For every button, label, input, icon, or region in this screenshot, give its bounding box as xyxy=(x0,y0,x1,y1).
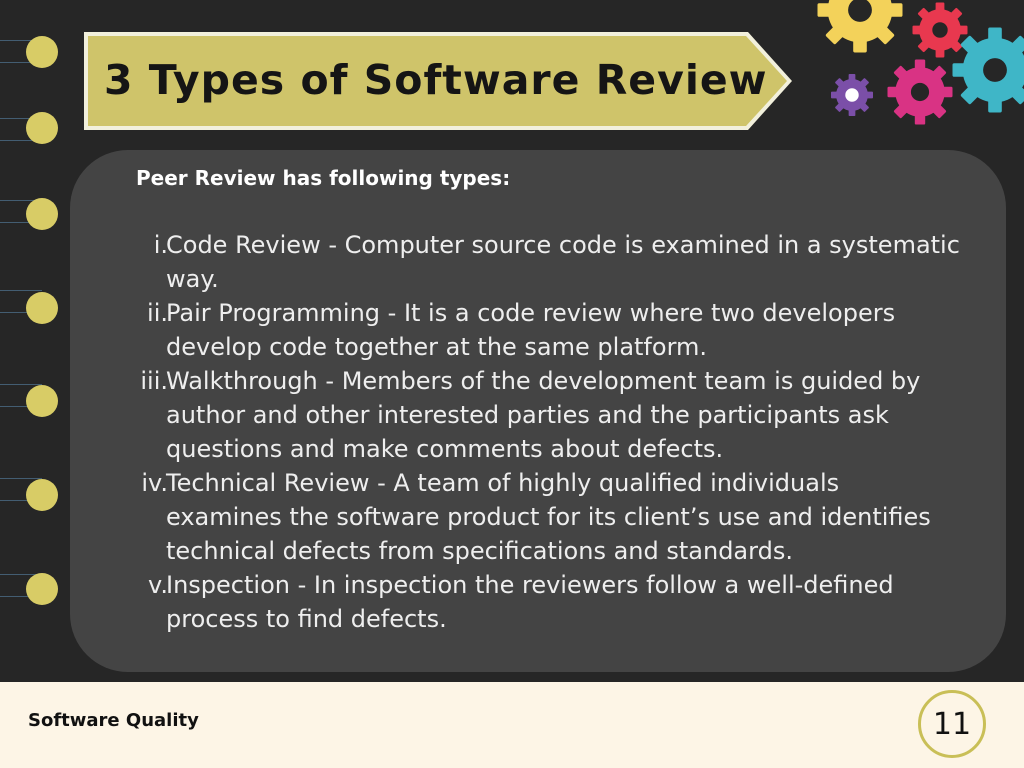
list-item: iii. Walkthrough - Members of the develo… xyxy=(70,364,990,466)
binding-ring-icon xyxy=(26,36,58,68)
list-number: iv. xyxy=(141,469,168,497)
list-number: i. xyxy=(153,231,168,259)
slide: 3 Types of Software Review Peer Review h… xyxy=(0,0,1024,768)
gear-icon xyxy=(831,74,873,116)
review-types-list: i. Code Review - Computer source code is… xyxy=(70,228,990,636)
binding-ring-icon xyxy=(26,385,58,417)
page-number-badge: 11 xyxy=(918,690,986,758)
footer-bar: Software Quality 11 xyxy=(0,682,1024,768)
binding-line xyxy=(0,290,42,291)
list-text: Technical Review - A team of highly qual… xyxy=(166,469,931,565)
binding-line xyxy=(0,478,42,479)
list-item: v. Inspection - In inspection the review… xyxy=(70,568,990,636)
gear-icon xyxy=(912,2,968,58)
gear-icon xyxy=(952,27,1024,113)
binding-ring-icon xyxy=(26,479,58,511)
gears-decoration xyxy=(790,0,1024,150)
footer-label: Software Quality xyxy=(28,710,199,731)
title-banner: 3 Types of Software Review xyxy=(84,32,794,130)
intro-text: Peer Review has following types: xyxy=(136,166,511,190)
binding-ring-icon xyxy=(26,112,58,144)
list-number: iii. xyxy=(140,367,168,395)
list-item: ii. Pair Programming - It is a code revi… xyxy=(70,296,990,364)
list-number: ii. xyxy=(147,299,168,327)
gear-icon xyxy=(817,0,903,53)
content-card: Peer Review has following types: i. Code… xyxy=(70,150,1006,672)
list-text: Inspection - In inspection the reviewers… xyxy=(166,571,894,633)
binding-ring-icon xyxy=(26,198,58,230)
page-title: 3 Types of Software Review xyxy=(104,56,768,104)
list-text: Pair Programming - It is a code review w… xyxy=(166,299,896,361)
list-text: Walkthrough - Members of the development… xyxy=(166,367,921,463)
list-text: Code Review - Computer source code is ex… xyxy=(166,231,960,293)
binding-line xyxy=(0,384,42,385)
binding-ring-icon xyxy=(26,573,58,605)
list-item: iv. Technical Review - A team of highly … xyxy=(70,466,990,568)
list-number: v. xyxy=(148,571,168,599)
binding-ring-icon xyxy=(26,292,58,324)
notebook-binding xyxy=(0,0,70,680)
gear-icon xyxy=(887,59,953,125)
list-item: i. Code Review - Computer source code is… xyxy=(70,228,990,296)
